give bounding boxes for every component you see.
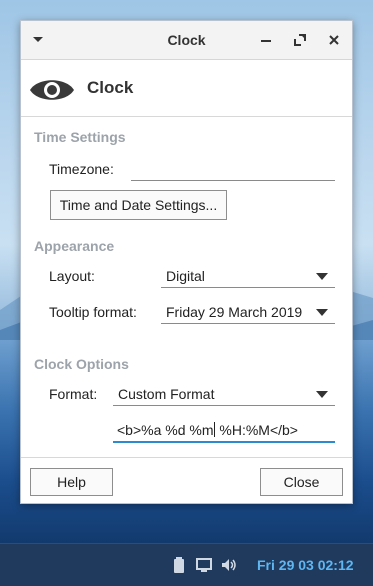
battery-icon[interactable] (170, 556, 188, 574)
dropdown-arrow-icon (316, 391, 328, 398)
close-icon[interactable] (324, 30, 344, 50)
maximize-icon[interactable] (290, 30, 310, 50)
tooltip-format-label: Tooltip format: (49, 304, 137, 320)
dialog-header: Clock (21, 60, 352, 116)
layout-select[interactable]: Digital (161, 266, 335, 288)
text-caret (213, 422, 215, 437)
tooltip-format-value: Friday 29 March 2019 (166, 304, 303, 320)
section-clock-options: Clock Options (34, 356, 129, 372)
minimize-icon[interactable] (256, 30, 276, 50)
dropdown-arrow-icon (316, 273, 328, 280)
time-date-settings-button[interactable]: Time and Date Settings... (50, 190, 227, 220)
format-select[interactable]: Custom Format (113, 384, 335, 406)
display-icon[interactable] (195, 556, 213, 574)
format-value: Custom Format (118, 386, 215, 402)
header-divider (21, 116, 352, 117)
timezone-label: Timezone: (49, 161, 114, 177)
layout-value: Digital (166, 268, 205, 284)
custom-format-text-before: <b>%a %d %m (117, 422, 214, 438)
volume-icon[interactable] (220, 556, 238, 574)
header-title: Clock (87, 78, 134, 97)
section-appearance: Appearance (34, 238, 115, 254)
eye-icon (30, 80, 74, 100)
custom-format-input[interactable]: <b>%a %d %m %H:%M</b> (113, 421, 335, 443)
custom-format-text-after: %H:%M</b> (215, 422, 298, 438)
section-time-settings: Time Settings (34, 129, 126, 145)
tooltip-format-select[interactable]: Friday 29 March 2019 (161, 302, 335, 324)
close-button[interactable]: Close (260, 468, 343, 496)
timezone-input[interactable] (131, 161, 335, 181)
taskbar-panel: Fri 29 03 02:12 (0, 543, 373, 586)
panel-clock[interactable]: Fri 29 03 02:12 (257, 557, 354, 573)
format-label: Format: (49, 386, 98, 402)
footer-divider (21, 457, 352, 458)
dropdown-arrow-icon (316, 309, 328, 316)
layout-label: Layout: (49, 268, 95, 284)
titlebar: Clock (21, 21, 352, 60)
help-button[interactable]: Help (30, 468, 113, 496)
clock-dialog: Clock Clock Time Settings Timezone: Time… (20, 20, 353, 504)
